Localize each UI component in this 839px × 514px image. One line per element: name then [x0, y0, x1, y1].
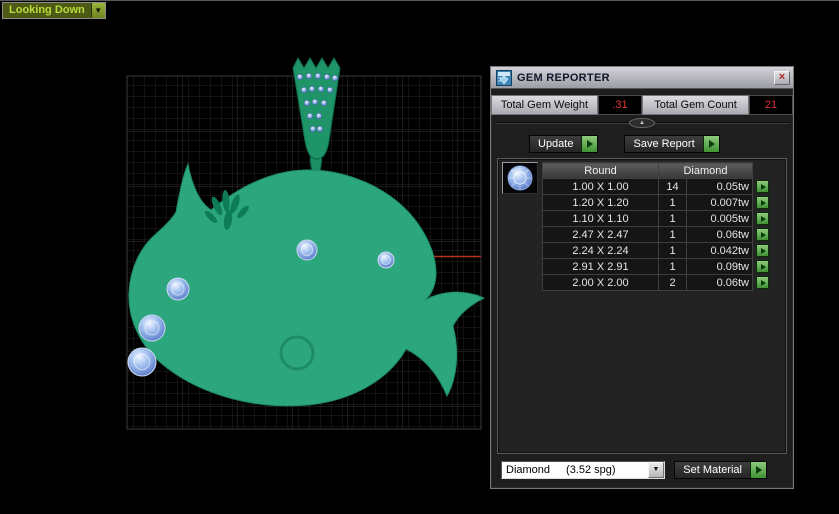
material-dropdown-value: Diamond: [506, 463, 551, 476]
gem-table-row: 2.00 X 2.00 2 0.06tw: [542, 274, 773, 291]
gem-weight-cell[interactable]: 0.007tw: [686, 194, 753, 211]
gem-table-row: 2.91 X 2.91 1 0.09tw: [542, 258, 773, 275]
gem-size-cell[interactable]: 1.00 X 1.00: [542, 178, 659, 195]
gem-count-cell[interactable]: 1: [658, 226, 687, 243]
gem-weight-cell[interactable]: 0.042tw: [686, 242, 753, 259]
gem-instance: [166, 277, 190, 301]
save-report-go-button[interactable]: [702, 136, 719, 152]
material-column-header: Diamond: [658, 162, 753, 179]
gem-reporter-panel: GEM REPORTER × Total Gem Weight .31 Tota…: [490, 66, 794, 489]
gem-row-action-cell: [753, 259, 773, 275]
gem-count-cell[interactable]: 1: [658, 242, 687, 259]
gem-weight-cell[interactable]: 0.06tw: [686, 274, 753, 291]
shape-column-header: Round: [542, 162, 659, 179]
gem-reporter-titlebar[interactable]: GEM REPORTER ×: [491, 67, 793, 89]
gem-weight-cell[interactable]: 0.005tw: [686, 210, 753, 227]
gem-row-go-button[interactable]: [756, 260, 769, 273]
collapse-arrow-icon: ▲: [639, 120, 645, 126]
play-icon: [760, 183, 766, 190]
gem-row-go-button[interactable]: [756, 180, 769, 193]
collapse-row: ▲: [491, 117, 793, 129]
gem-table-row: 2.24 X 2.24 1 0.042tw: [542, 242, 773, 259]
play-icon: [756, 465, 762, 474]
gem-weight-cell[interactable]: 0.05tw: [686, 178, 753, 195]
gem-count-cell[interactable]: 2: [658, 274, 687, 291]
material-row: Diamond (3.52 spg) ▼ Set Material: [491, 460, 793, 479]
gem-row-action-cell: [753, 275, 773, 291]
gem-size-cell[interactable]: 2.00 X 2.00: [542, 274, 659, 291]
play-icon: [760, 231, 766, 238]
gem-row-go-button[interactable]: [756, 212, 769, 225]
set-material-go-button[interactable]: [750, 461, 766, 478]
collapse-panel-button[interactable]: ▲: [629, 118, 655, 128]
gem-count-cell[interactable]: 1: [658, 194, 687, 211]
gem-weight-cell[interactable]: 0.06tw: [686, 226, 753, 243]
total-gem-count-label: Total Gem Count: [642, 95, 749, 115]
gem-table-header-row: Round Diamond: [542, 162, 773, 179]
gem-row-go-button[interactable]: [756, 244, 769, 257]
gem-count-cell[interactable]: 1: [658, 210, 687, 227]
gem-instance: [296, 239, 318, 261]
material-dropdown[interactable]: Diamond (3.52 spg) ▼: [501, 460, 665, 479]
total-gem-weight-label: Total Gem Weight: [491, 95, 598, 115]
gem-size-cell[interactable]: 1.10 X 1.10: [542, 210, 659, 227]
update-button[interactable]: Update: [529, 135, 599, 153]
gem-weight-cell[interactable]: 0.09tw: [686, 258, 753, 275]
actions-row: Update Save Report: [491, 135, 793, 153]
gem-row-go-button[interactable]: [756, 228, 769, 241]
gem-count-cell[interactable]: 1: [658, 258, 687, 275]
gem-row-action-cell: [753, 227, 773, 243]
gem-row-go-button[interactable]: [756, 276, 769, 289]
gem-row-action-cell: [753, 243, 773, 259]
gem-instance: [127, 347, 157, 377]
gem-table-row: 1.20 X 1.20 1 0.007tw: [542, 194, 773, 211]
gem-table-row: 1.10 X 1.10 1 0.005tw: [542, 210, 773, 227]
gem-size-cell[interactable]: 2.24 X 2.24: [542, 242, 659, 259]
total-gem-count-value: 21: [749, 95, 793, 115]
gem-row-action-cell: [753, 195, 773, 211]
material-dropdown-spg: (3.52 spg): [566, 463, 616, 476]
update-go-button[interactable]: [581, 136, 598, 152]
gem-shape-thumbnail[interactable]: [502, 162, 538, 194]
save-report-button[interactable]: Save Report: [624, 135, 720, 153]
save-report-button-label: Save Report: [625, 136, 703, 152]
totals-bar: Total Gem Weight .31 Total Gem Count 21: [491, 95, 793, 115]
round-gem-icon: [507, 165, 533, 191]
viewport-label-text: Looking Down: [9, 4, 85, 16]
actions-column-header: [753, 163, 773, 179]
gem-row-go-button[interactable]: [756, 196, 769, 209]
update-button-label: Update: [530, 136, 582, 152]
set-material-button[interactable]: Set Material: [674, 460, 767, 479]
play-icon: [760, 199, 766, 206]
play-icon: [760, 247, 766, 254]
gem-count-cell[interactable]: 14: [658, 178, 687, 195]
total-gem-weight-value: .31: [598, 95, 642, 115]
gem-size-cell[interactable]: 2.47 X 2.47: [542, 226, 659, 243]
app-screen: Looking Down ▼ GEM REPORTER × Total Gem …: [0, 0, 839, 514]
close-icon[interactable]: ×: [774, 70, 790, 85]
gem-size-cell[interactable]: 2.91 X 2.91: [542, 258, 659, 275]
viewport-dropdown-icon[interactable]: ▼: [90, 3, 105, 18]
panel-title: GEM REPORTER: [517, 71, 610, 84]
gem-size-cell[interactable]: 1.20 X 1.20: [542, 194, 659, 211]
play-icon: [587, 140, 594, 148]
gem-table: Round Diamond 1.00 X 1.00 14 0.05tw 1.20 X …: [542, 162, 773, 291]
gem-row-action-cell: [753, 179, 773, 195]
gem-row-action-cell: [753, 211, 773, 227]
play-icon: [760, 263, 766, 270]
gem-instance: [377, 251, 395, 269]
gem-instance: [138, 314, 166, 342]
gem-reporter-icon: [496, 69, 512, 86]
gem-table-row: 2.47 X 2.47 1 0.06tw: [542, 226, 773, 243]
viewport-label[interactable]: Looking Down ▼: [2, 2, 106, 19]
play-icon: [760, 215, 766, 222]
set-material-label: Set Material: [675, 461, 750, 478]
gem-table-body: 1.00 X 1.00 14 0.05tw 1.20 X 1.20 1 0.007tw 1.…: [542, 178, 773, 291]
gem-table-group: Round Diamond 1.00 X 1.00 14 0.05tw 1.20 X …: [497, 158, 787, 454]
play-icon: [708, 140, 715, 148]
play-icon: [760, 279, 766, 286]
dropdown-arrow-icon[interactable]: ▼: [648, 461, 664, 478]
gem-table-row: 1.00 X 1.00 14 0.05tw: [542, 178, 773, 195]
